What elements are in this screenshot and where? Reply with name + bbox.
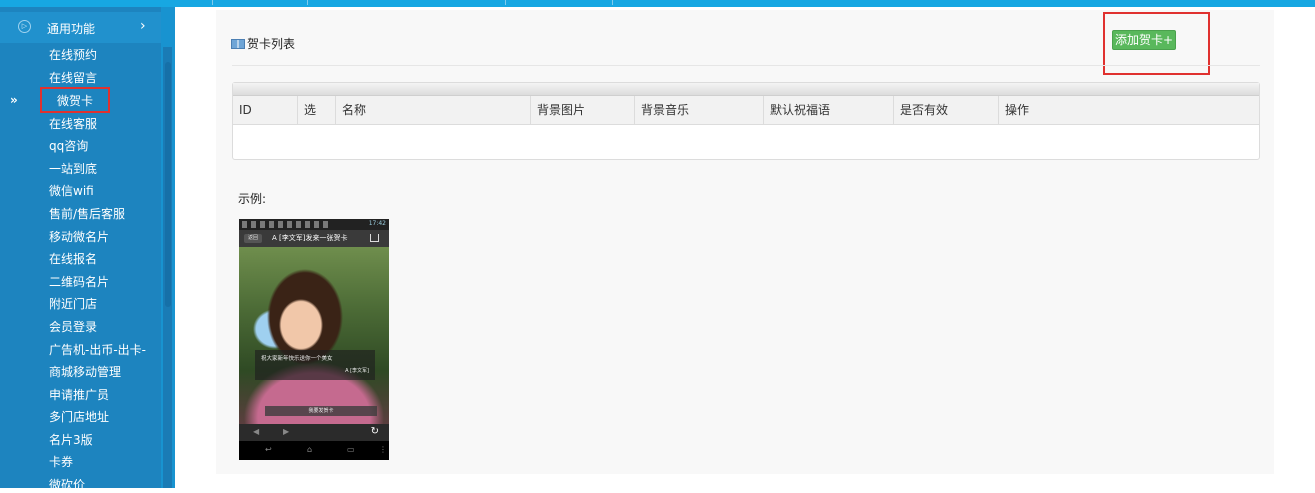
sidebar-group-general[interactable]: ▷ 通用功能 › [0, 12, 161, 43]
sidebar-item-nearby-stores[interactable]: 附近门店 [49, 295, 97, 312]
column-header-is-valid: 是否有效 [893, 96, 998, 124]
chevron-right-icon: › [140, 18, 146, 34]
status-icons [242, 221, 332, 228]
top-bar [0, 0, 1315, 7]
phone-back-button: 返回 [244, 234, 263, 243]
sidebar-item-card-v3[interactable]: 名片3版 [49, 431, 93, 448]
sidebar-item-wechat-wifi[interactable]: 微信wifi [49, 182, 94, 199]
android-menu-icon: ⋮ [379, 445, 387, 454]
android-home-icon: ⌂ [307, 445, 313, 454]
android-recents-icon: ▭ [347, 445, 355, 454]
top-tab-divider [307, 0, 308, 5]
sidebar-item-ad-machine[interactable]: 广告机-出币-出卡- [49, 341, 146, 358]
column-header-name: 名称 [335, 96, 530, 124]
sidebar-item-bargain[interactable]: 微砍价 [49, 476, 85, 493]
table-header: ID 选 名称 背景图片 背景音乐 默认祝福语 是否有效 操作 [233, 96, 1259, 125]
sidebar-item-quiz[interactable]: 一站到底 [49, 160, 97, 177]
top-tab-divider [612, 0, 613, 5]
book-icon [231, 39, 245, 49]
sidebar-item-mall-mobile[interactable]: 商城移动管理 [49, 363, 121, 380]
sidebar-item-online-service[interactable]: 在线客服 [49, 115, 97, 132]
sidebar-item-coupons[interactable]: 卡券 [49, 453, 73, 470]
greeting-card-photo [239, 247, 389, 424]
sidebar-item-pre-after-sales[interactable]: 售前/售后客服 [49, 205, 125, 222]
sidebar-item-multi-store[interactable]: 多门店地址 [49, 408, 109, 425]
greeting-message-box: 祝大家新年快乐送你一个美女 A [李文军] [255, 350, 375, 380]
table-caption-bar [233, 83, 1259, 96]
greeting-sender: A [李文军] [345, 368, 369, 374]
example-label: 示例: [238, 192, 267, 206]
phone-title: A [李文军]发来一张贺卡 [272, 234, 348, 242]
android-back-icon: ↩ [265, 445, 272, 454]
share-icon [370, 234, 379, 242]
sidebar-item-online-signup[interactable]: 在线报名 [49, 250, 97, 267]
column-header-bg-music: 背景音乐 [634, 96, 763, 124]
forward-arrow-icon: ▶ [283, 427, 290, 436]
content-panel: 贺卡列表 添加贺卡+ ID 选 名称 背景图片 背景音乐 默认祝福语 是否有效 … [216, 10, 1274, 474]
phone-status-bar: 17:42 [239, 219, 389, 230]
page-title-text: 贺卡列表 [247, 37, 296, 51]
sidebar-item-qq-consult[interactable]: qq咨询 [49, 137, 88, 154]
top-tab-divider [505, 0, 506, 5]
phone-time: 17:42 [368, 220, 386, 227]
top-tab-divider [212, 0, 213, 5]
general-functions-icon: ▷ [18, 20, 31, 33]
sidebar-item-greeting-card[interactable]: 微贺卡 [57, 92, 93, 109]
example-screenshot: 17:42 返回 A [李文军]发来一张贺卡 祝大家新年快乐送你一个美女 A [… [239, 219, 389, 460]
sidebar-item-mobile-card[interactable]: 移动微名片 [49, 228, 109, 245]
column-header-actions: 操作 [998, 96, 1259, 124]
back-arrow-icon: ◀ [253, 427, 260, 436]
sidebar-item-promoter-apply[interactable]: 申请推广员 [49, 386, 109, 403]
android-nav-bar: ↩ ⌂ ▭ ⋮ [239, 441, 389, 460]
card-table: ID 选 名称 背景图片 背景音乐 默认祝福语 是否有效 操作 [232, 82, 1260, 160]
sidebar-item-qr-card[interactable]: 二维码名片 [49, 273, 109, 290]
sidebar-group-label: 通用功能 [47, 22, 96, 36]
sidebar-scroll-thumb[interactable] [165, 62, 171, 307]
sidebar: ▷ 通用功能 › » 在线预约 在线留言 微贺卡 在线客服 qq咨询 一站到底 … [0, 7, 175, 492]
column-header-default-greeting: 默认祝福语 [763, 96, 893, 124]
refresh-icon: ↻ [370, 426, 379, 437]
phone-app-bar: 返回 A [李文军]发来一张贺卡 [239, 230, 389, 247]
sidebar-item-member-login[interactable]: 会员登录 [49, 318, 97, 335]
expand-sidebar-icon[interactable]: » [10, 93, 18, 107]
column-header-id: ID [239, 103, 252, 117]
sidebar-item-online-message[interactable]: 在线留言 [49, 69, 97, 86]
page-title: 贺卡列表 [231, 35, 295, 52]
title-divider [232, 65, 1260, 66]
browser-nav-bar: ◀ ▶ ↻ [239, 424, 389, 441]
sidebar-item-online-booking[interactable]: 在线预约 [49, 46, 97, 63]
column-header-bg-image: 背景图片 [530, 96, 634, 124]
greeting-message: 祝大家新年快乐送你一个美女 [261, 356, 333, 362]
make-card-button: 我要发贺卡 [265, 406, 377, 416]
column-header-select: 选 [297, 96, 335, 124]
